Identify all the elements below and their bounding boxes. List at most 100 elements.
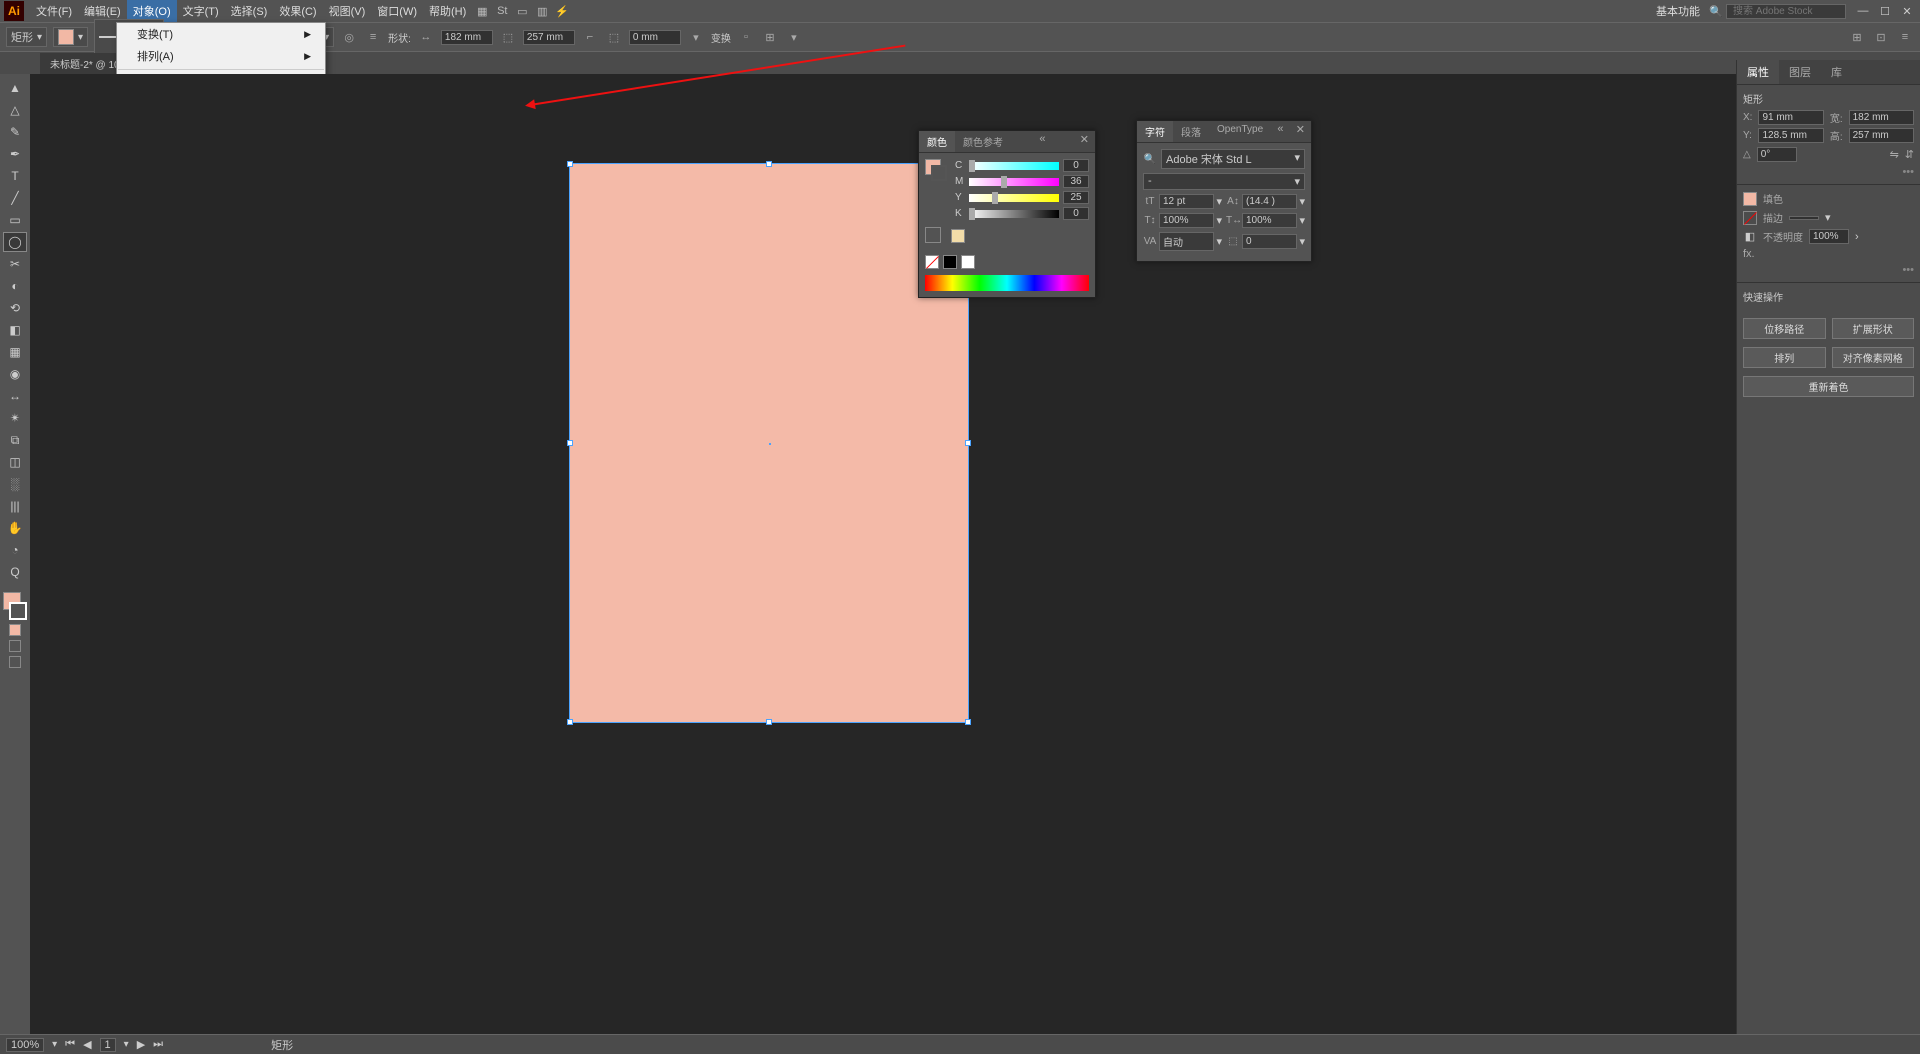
search-icon[interactable]: 🔍: [1708, 3, 1724, 19]
y-input[interactable]: 128.5 mm: [1758, 128, 1823, 143]
arrange-button[interactable]: 排列: [1743, 347, 1826, 368]
magenta-value[interactable]: 36: [1063, 175, 1089, 188]
recolor-icon[interactable]: ◎: [340, 28, 358, 46]
menu-select[interactable]: 选择(S): [225, 0, 274, 22]
h-input[interactable]: 257 mm: [1849, 128, 1914, 143]
tool-11[interactable]: ◧: [3, 320, 27, 340]
tool-4[interactable]: T: [3, 166, 27, 186]
magenta-slider[interactable]: [969, 178, 1059, 186]
more-icon[interactable]: ▾: [785, 28, 803, 46]
gpu-icon[interactable]: ⚡: [554, 3, 570, 19]
tool-17[interactable]: ◫: [3, 452, 27, 472]
menu-file[interactable]: 文件(F): [30, 0, 78, 22]
tool-14[interactable]: ↔: [3, 386, 27, 406]
x-input[interactable]: 91 mm: [1758, 110, 1823, 125]
w-input[interactable]: 182 mm: [1849, 110, 1914, 125]
tool-22[interactable]: Q: [3, 562, 27, 582]
tool-8[interactable]: ✂: [3, 254, 27, 274]
recolor-button[interactable]: 重新着色: [1743, 376, 1914, 397]
yellow-slider[interactable]: [969, 194, 1059, 202]
expand-shape-button[interactable]: 扩展形状: [1832, 318, 1915, 339]
tool-7[interactable]: ◯: [3, 232, 27, 252]
font-family-combo[interactable]: Adobe 宋体 Std L▾: [1161, 149, 1305, 169]
paragraph-tab[interactable]: 段落: [1173, 121, 1209, 142]
tool-2[interactable]: ✎: [3, 122, 27, 142]
tool-5[interactable]: ╱: [3, 188, 27, 208]
menu-type[interactable]: 文字(T): [177, 0, 225, 22]
tool-16[interactable]: ⧉: [3, 430, 27, 450]
align-pixel-button[interactable]: 对齐像素网格: [1832, 347, 1915, 368]
snap-icon[interactable]: ⊡: [1872, 28, 1890, 46]
char-panel-collapse[interactable]: «: [1271, 121, 1289, 142]
window-minimize[interactable]: —: [1854, 5, 1872, 18]
font-search-icon[interactable]: 🔍: [1143, 154, 1157, 165]
handle-bl[interactable]: [567, 719, 573, 725]
handle-b[interactable]: [766, 719, 772, 725]
align-pixel-icon[interactable]: ⊞: [761, 28, 779, 46]
layers-tab[interactable]: 图层: [1779, 60, 1821, 84]
window-close[interactable]: ✕: [1898, 5, 1916, 18]
tool-20[interactable]: ✋: [3, 518, 27, 538]
color-tab[interactable]: 颜色: [919, 131, 955, 152]
fill-swatch[interactable]: ▾: [53, 27, 88, 47]
properties-tab[interactable]: 属性: [1737, 60, 1779, 84]
align-icon[interactable]: ≡: [364, 28, 382, 46]
fill-swatch-prop[interactable]: [1743, 192, 1757, 206]
fill-stroke-indicator[interactable]: [925, 159, 947, 181]
alt-swatch[interactable]: [951, 229, 965, 243]
color-guide-tab[interactable]: 颜色参考: [955, 131, 1011, 152]
tool-13[interactable]: ◉: [3, 364, 27, 384]
transform-more[interactable]: •••: [1743, 166, 1914, 178]
stock-icon[interactable]: St: [494, 3, 510, 19]
corner-type-icon[interactable]: ⌐: [581, 28, 599, 46]
white-swatch[interactable]: [961, 255, 975, 269]
handle-tl[interactable]: [567, 161, 573, 167]
arrange-icon[interactable]: ▭: [514, 3, 530, 19]
corner-menu-icon[interactable]: ▾: [687, 28, 705, 46]
color-mode-mini[interactable]: [9, 640, 21, 652]
tool-10[interactable]: ⟲: [3, 298, 27, 318]
vscale-input[interactable]: 100%: [1159, 213, 1214, 228]
artboard-nav-prev[interactable]: ◀: [83, 1038, 91, 1051]
tool-18[interactable]: ░: [3, 474, 27, 494]
artboard-nav-first[interactable]: ⏮: [65, 1038, 75, 1051]
menu-item[interactable]: 排列(A)▶: [117, 45, 325, 67]
artboard-nav-last[interactable]: ⏭: [153, 1038, 163, 1051]
color-panel-collapse[interactable]: «: [1033, 131, 1051, 152]
corner-link-icon[interactable]: ⬚: [605, 28, 623, 46]
handle-l[interactable]: [567, 440, 573, 446]
tool-9[interactable]: ◐: [3, 276, 27, 296]
height-input[interactable]: 257 mm: [523, 30, 575, 45]
black-slider[interactable]: [969, 210, 1059, 218]
tool-1[interactable]: △: [3, 100, 27, 120]
angle-input[interactable]: 0°: [1757, 147, 1797, 162]
bridge-icon[interactable]: ▦: [474, 3, 490, 19]
yellow-value[interactable]: 25: [1063, 191, 1089, 204]
handle-r[interactable]: [965, 440, 971, 446]
flip-h-icon[interactable]: ⇋: [1890, 148, 1899, 161]
opacity-input-prop[interactable]: 100%: [1809, 229, 1849, 244]
color-panel-close[interactable]: ✕: [1074, 131, 1095, 152]
offset-path-button[interactable]: 位移路径: [1743, 318, 1826, 339]
transform-label[interactable]: 变换: [711, 30, 731, 45]
black-value[interactable]: 0: [1063, 207, 1089, 220]
appearance-more[interactable]: •••: [1743, 264, 1914, 276]
arrange-docs-icon[interactable]: ▥: [534, 3, 550, 19]
artboard-index[interactable]: 1: [100, 1038, 116, 1052]
libraries-tab[interactable]: 库: [1821, 60, 1852, 84]
tool-15[interactable]: ✴: [3, 408, 27, 428]
black-swatch[interactable]: [943, 255, 957, 269]
tool-3[interactable]: ✒: [3, 144, 27, 164]
panel-menu-icon[interactable]: ≡: [1896, 28, 1914, 46]
character-tab[interactable]: 字符: [1137, 121, 1173, 142]
zoom-combo[interactable]: 100%: [6, 1038, 44, 1052]
color-mode-mini[interactable]: [9, 624, 21, 636]
font-style-combo[interactable]: -▾: [1143, 173, 1305, 190]
cyan-slider[interactable]: [969, 162, 1059, 170]
link-wh-icon[interactable]: ⬚: [499, 28, 517, 46]
char-panel-close[interactable]: ✕: [1290, 121, 1311, 142]
font-size-input[interactable]: 12 pt: [1159, 194, 1214, 209]
corner-radius-input[interactable]: 0 mm: [629, 30, 681, 45]
fill-stroke-tools[interactable]: [3, 592, 27, 620]
opentype-tab[interactable]: OpenType: [1209, 121, 1271, 142]
